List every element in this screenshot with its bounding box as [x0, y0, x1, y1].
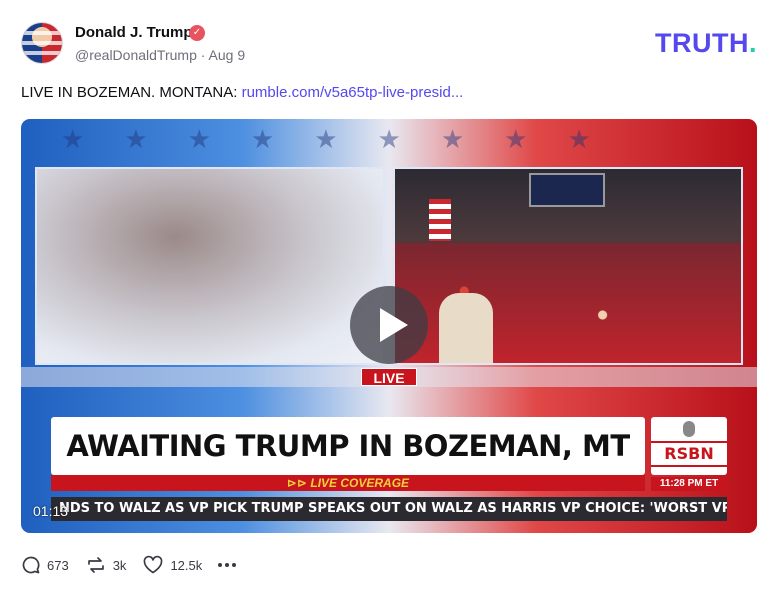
- video-player[interactable]: ★★★★★★★★★ LIVE AWAITING TRUMP IN BOZEMAN…: [21, 119, 757, 533]
- retruth-count: 3k: [112, 557, 127, 573]
- news-ticker: NDS TO WALZ AS VP PICK TRUMP SPEAKS OUT …: [51, 497, 727, 521]
- post-text: LIVE IN BOZEMAN. MONTANA: rumble.com/v5a…: [21, 84, 463, 101]
- flag-icon: [429, 199, 451, 241]
- like-count: 12.5k: [170, 557, 203, 573]
- truth-logo[interactable]: TRUTH.: [655, 28, 757, 59]
- play-icon: [380, 308, 408, 342]
- reply-count: 673: [47, 557, 69, 573]
- retruth-icon: [87, 557, 104, 573]
- verified-badge-icon: ✓: [189, 25, 205, 41]
- author-handle[interactable]: @realDonaldTrump · Aug 9: [75, 47, 245, 63]
- retruth-button[interactable]: 3k: [85, 555, 127, 575]
- post-actions: 673 3k 12.5k: [21, 553, 239, 577]
- play-button[interactable]: [350, 286, 428, 364]
- logo-text: TRUTH: [655, 28, 749, 58]
- video-left-panel: [35, 167, 385, 365]
- microphone-icon: [683, 421, 695, 437]
- person-image: [439, 293, 493, 363]
- like-button[interactable]: 12.5k: [142, 555, 202, 575]
- network-logo: RSBN: [651, 417, 727, 475]
- reply-icon: [22, 556, 40, 574]
- more-options-icon[interactable]: [218, 553, 239, 577]
- author-name[interactable]: Donald J. Trump: [75, 24, 193, 41]
- logo-dot: .: [748, 28, 757, 58]
- network-name: RSBN: [651, 441, 727, 467]
- avatar[interactable]: [21, 22, 63, 64]
- live-coverage-banner: ⊳⊳ LIVE COVERAGE: [51, 475, 645, 491]
- video-headline: AWAITING TRUMP IN BOZEMAN, MT: [51, 417, 645, 475]
- post-body: LIVE IN BOZEMAN. MONTANA:: [21, 84, 242, 101]
- stars-decoration: ★★★★★★★★★: [61, 124, 631, 154]
- video-right-panel: [393, 167, 743, 365]
- video-timestamp: 01:13: [33, 503, 69, 519]
- heart-icon: [144, 555, 163, 574]
- arena-screen: [529, 173, 605, 207]
- post-link[interactable]: rumble.com/v5a65tp-live-presid...: [242, 84, 464, 101]
- post-header: Donald J. Trump ✓ @realDonaldTrump · Aug…: [21, 20, 757, 66]
- live-badge: LIVE: [361, 368, 417, 386]
- broadcast-clock: 11:28 PM ET: [651, 477, 727, 491]
- reply-button[interactable]: 673: [21, 555, 69, 575]
